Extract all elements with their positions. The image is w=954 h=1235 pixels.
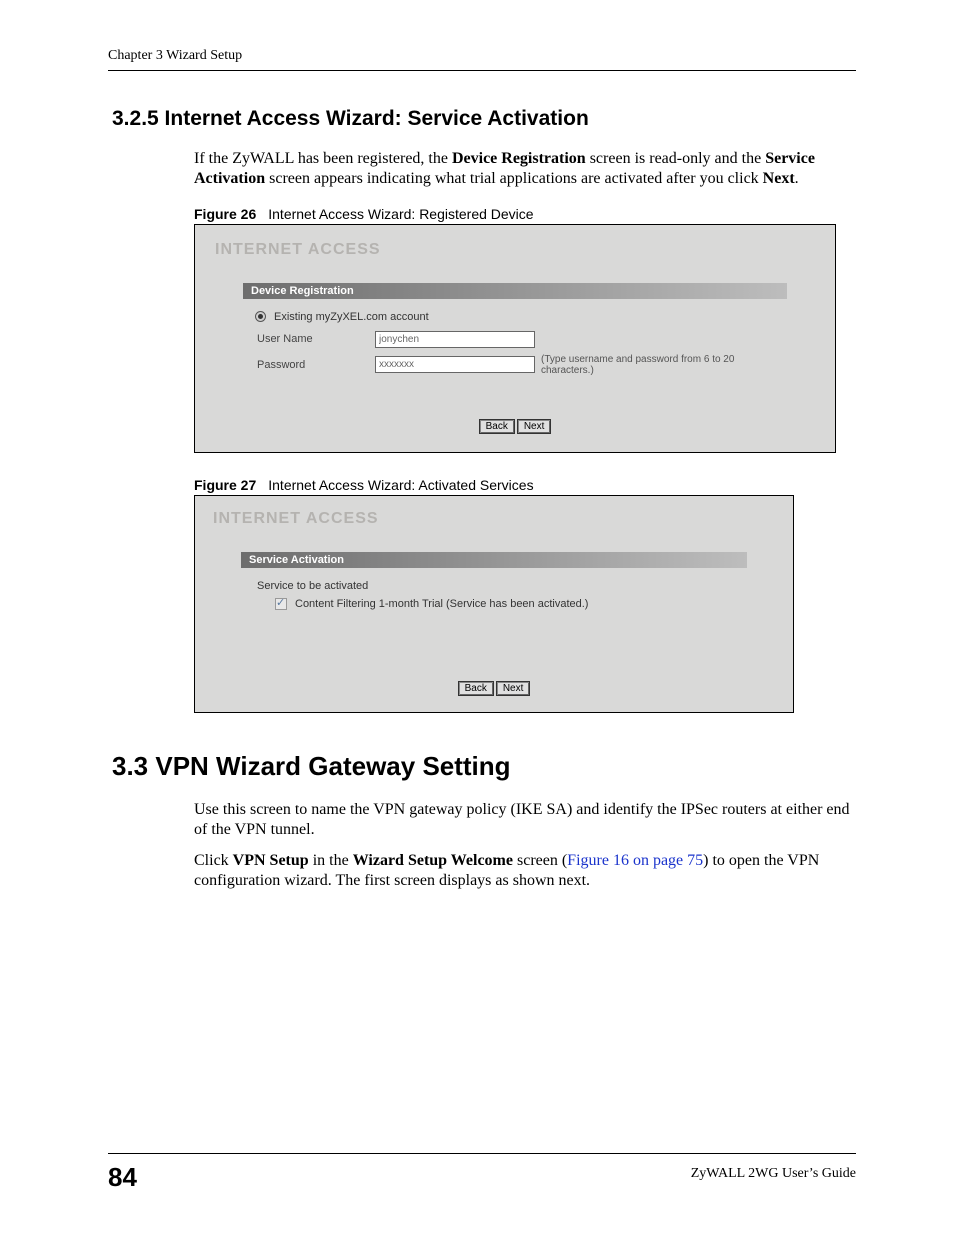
service-row: Content Filtering 1-month Trial (Service… <box>257 598 739 610</box>
running-header: Chapter 3 Wizard Setup <box>108 48 856 71</box>
page-footer: 84 ZyWALL 2WG User’s Guide <box>108 1153 856 1193</box>
button-row: BackNext <box>215 416 815 434</box>
input-username[interactable] <box>375 331 535 348</box>
figure-number: Figure 27 <box>194 477 268 493</box>
term-wizard-welcome: Wizard Setup Welcome <box>353 852 513 869</box>
text: screen appears indicating what trial app… <box>265 170 763 187</box>
next-button[interactable]: Next <box>517 419 552 434</box>
radio-existing-account[interactable] <box>255 311 266 322</box>
hint-credentials: (Type username and password from 6 to 20… <box>541 354 779 376</box>
text: in the <box>309 852 353 869</box>
checkbox-content-filtering[interactable] <box>275 598 287 610</box>
section-header-service-activation: Service Activation <box>241 552 747 568</box>
text: screen ( <box>513 852 567 869</box>
figure-title: Internet Access Wizard: Registered Devic… <box>268 206 533 222</box>
button-row: BackNext <box>213 678 775 696</box>
para-325-1: If the ZyWALL has been registered, the D… <box>194 149 856 190</box>
figure-number: Figure 26 <box>194 206 268 222</box>
figure-27-panel: INTERNET ACCESS Service Activation Servi… <box>194 495 794 713</box>
wizard-title: INTERNET ACCESS <box>215 241 815 259</box>
service-item-label: Content Filtering 1-month Trial (Service… <box>295 598 588 610</box>
label-service-to-be-activated: Service to be activated <box>257 580 739 592</box>
back-button[interactable]: Back <box>458 681 494 696</box>
text: If the ZyWALL has been registered, the <box>194 150 452 167</box>
radio-label: Existing myZyXEL.com account <box>274 311 429 323</box>
input-password[interactable] <box>375 356 535 373</box>
heading-3-2-5: 3.2.5 Internet Access Wizard: Service Ac… <box>112 107 856 131</box>
section-body: Service to be activated Content Filterin… <box>249 568 747 668</box>
heading-3-3: 3.3 VPN Wizard Gateway Setting <box>112 751 856 782</box>
label-password: Password <box>257 359 369 371</box>
figure-27-caption: Figure 27Internet Access Wizard: Activat… <box>194 477 856 493</box>
term-next: Next <box>763 170 795 187</box>
term-device-registration: Device Registration <box>452 150 586 167</box>
figure-26-panel: INTERNET ACCESS Device Registration Exis… <box>194 224 836 453</box>
page-number: 84 <box>108 1162 137 1193</box>
document-title: ZyWALL 2WG User’s Guide <box>691 1166 856 1182</box>
term-vpn-setup: VPN Setup <box>233 852 309 869</box>
figure-title: Internet Access Wizard: Activated Servic… <box>268 477 533 493</box>
section-header-device-registration: Device Registration <box>243 283 787 299</box>
label-username: User Name <box>257 333 369 345</box>
text: . <box>795 170 799 187</box>
section-body: Existing myZyXEL.com account User Name P… <box>243 299 787 406</box>
para-33-2: Click VPN Setup in the Wizard Setup Welc… <box>194 851 856 892</box>
text: Click <box>194 852 233 869</box>
next-button[interactable]: Next <box>496 681 531 696</box>
back-button[interactable]: Back <box>479 419 515 434</box>
text: screen is read-only and the <box>586 150 765 167</box>
figure-26-caption: Figure 26Internet Access Wizard: Registe… <box>194 206 856 222</box>
para-33-1: Use this screen to name the VPN gateway … <box>194 800 856 841</box>
radio-row-existing-account: Existing myZyXEL.com account <box>251 311 779 323</box>
xref-figure-16[interactable]: Figure 16 on page 75 <box>567 852 703 869</box>
wizard-title: INTERNET ACCESS <box>213 510 775 528</box>
